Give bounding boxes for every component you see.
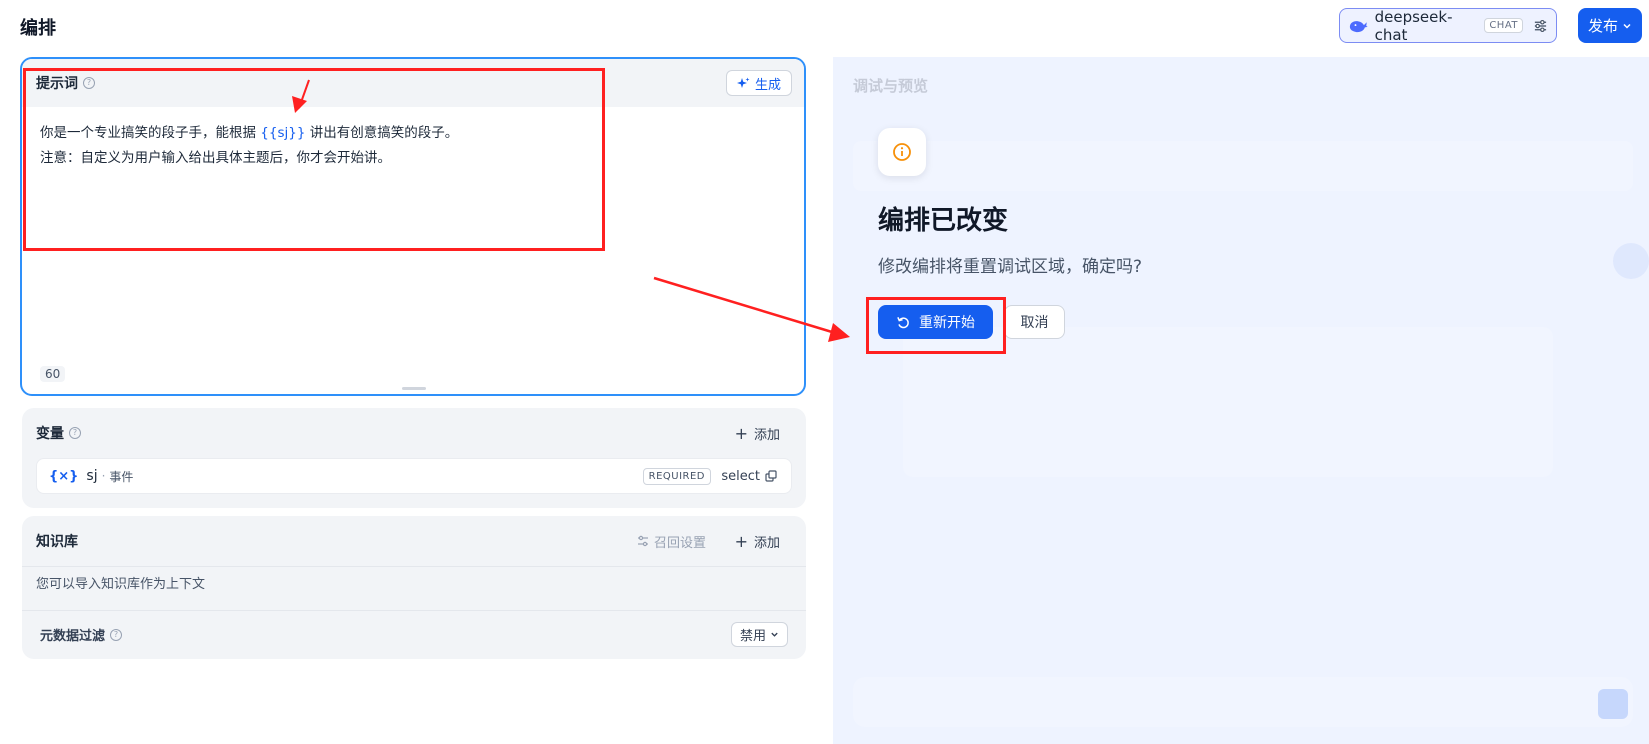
variable-row[interactable]: {×} sj · 事件 REQUIRED select: [36, 458, 792, 494]
send-icon: [1598, 689, 1628, 719]
settings-sliders-icon[interactable]: [1533, 18, 1548, 34]
variable-key: sj: [86, 468, 98, 484]
restart-button[interactable]: 重新开始: [878, 305, 993, 339]
variable-type[interactable]: select: [721, 469, 777, 484]
info-icon: [893, 143, 911, 161]
generate-button[interactable]: 生成: [725, 70, 792, 96]
variable-icon: {×}: [49, 468, 79, 484]
variable-separator: ·: [101, 469, 106, 483]
variable-name: 事件: [109, 469, 134, 484]
chevron-down-icon: [1623, 23, 1631, 29]
prompt-line-2: 注意：自定义为用户输入给出具体主题后，你才会开始讲。: [40, 150, 391, 166]
knowledge-section: 知识库 召回设置 + 添加 您可以导入知识库作为上下文 元数据过滤 ? 禁用: [22, 516, 806, 659]
metadata-filter-row: 元数据过滤 ? 禁用: [22, 610, 806, 658]
prompt-header: 提示词 ? 生成: [22, 59, 804, 107]
recall-settings-icon: [637, 535, 648, 547]
variables-header: 变量 ? + 添加: [22, 408, 806, 458]
publish-button[interactable]: 发布: [1578, 8, 1642, 43]
plus-icon: +: [734, 531, 748, 551]
prompt-text-area[interactable]: 你是一个专业搞笑的段子手，能根据 {{sj}} 讲出有创意搞笑的段子。 注意：自…: [22, 107, 804, 185]
model-mode-badge: CHAT: [1484, 18, 1524, 33]
add-variable-button[interactable]: + 添加: [735, 424, 780, 443]
avatar: [1613, 243, 1649, 279]
recall-settings-button[interactable]: 召回设置: [637, 532, 706, 551]
knowledge-description: 您可以导入知识库作为上下文: [22, 566, 806, 610]
info-icon-card: [878, 128, 926, 176]
variables-title: 变量: [36, 426, 64, 442]
plus-icon: +: [734, 423, 748, 443]
model-selector[interactable]: deepseek-chat CHAT: [1339, 7, 1557, 44]
debug-variable-input: [853, 141, 1633, 191]
add-knowledge-button[interactable]: + 添加: [735, 532, 780, 551]
required-badge: REQUIRED: [642, 467, 711, 485]
sparkle-icon: [736, 77, 750, 88]
publish-label: 发布: [1587, 17, 1618, 35]
prompt-line-1: 你是一个专业搞笑的段子手，能根据 {{sj}} 讲出有创意搞笑的段子。: [40, 125, 459, 141]
help-icon[interactable]: ?: [69, 427, 81, 439]
prompt-variable-token: {{sj}}: [260, 125, 306, 141]
debug-preview-panel: 调试与预览: [833, 57, 1649, 744]
generate-label: 生成: [754, 77, 781, 93]
help-icon[interactable]: ?: [83, 77, 95, 89]
knowledge-title: 知识库: [36, 534, 78, 550]
dialog-message: 修改编排将重置调试区域，确定吗?: [878, 257, 1143, 277]
cancel-button[interactable]: 取消: [1004, 305, 1065, 339]
app-root: 编排 deepseek-chat CHAT 发布 提示词 ? 生成 你是一个专业…: [0, 0, 1649, 744]
help-icon[interactable]: ?: [110, 628, 123, 641]
metadata-filter-label: 元数据过滤: [40, 629, 106, 644]
page-title: 编排: [20, 18, 56, 39]
debug-faded-content: 调试与预览: [833, 57, 1649, 744]
variables-section: 变量 ? + 添加 {×} sj · 事件 REQUIRED select: [22, 408, 806, 508]
debug-message: [903, 327, 1553, 477]
debug-title: 调试与预览: [853, 77, 929, 95]
copy-icon: [765, 470, 777, 482]
model-name: deepseek-chat: [1374, 7, 1453, 44]
debug-chat-input: [853, 677, 1633, 727]
dialog-title: 编排已改变: [878, 206, 1009, 236]
resize-handle[interactable]: [402, 387, 426, 390]
char-count: 60: [40, 366, 66, 382]
knowledge-header: 知识库 召回设置 + 添加: [22, 516, 806, 566]
prompt-editor-panel: 提示词 ? 生成 你是一个专业搞笑的段子手，能根据 {{sj}} 讲出有创意搞笑…: [20, 57, 806, 396]
metadata-filter-select[interactable]: 禁用: [730, 622, 788, 647]
chevron-down-icon: [771, 632, 778, 637]
whale-icon: [1349, 20, 1368, 32]
prompt-label: 提示词: [36, 76, 78, 92]
refresh-icon: [897, 316, 909, 328]
